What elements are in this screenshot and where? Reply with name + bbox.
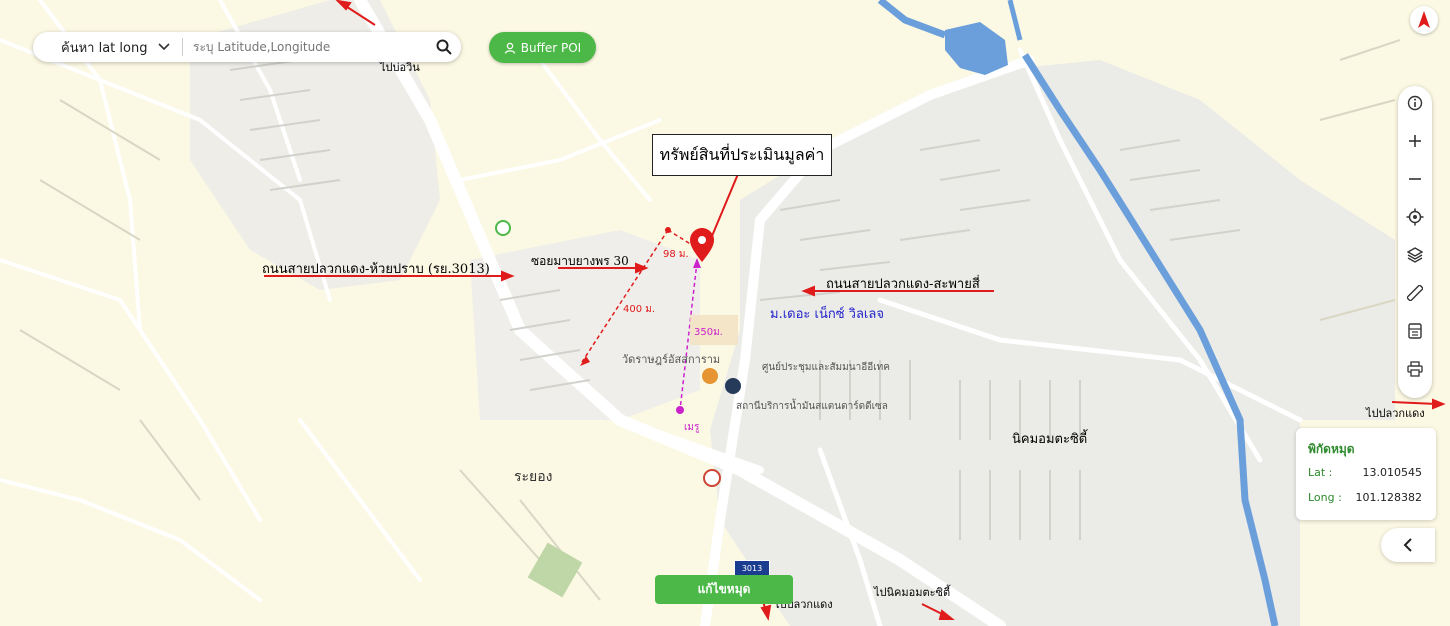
label-center: ศูนย์ประชุมและสัมมนาอีอีเทค bbox=[762, 362, 890, 373]
locate-button[interactable] bbox=[1398, 200, 1432, 234]
zoom-out-icon bbox=[1409, 178, 1421, 180]
layers-icon bbox=[1407, 247, 1423, 263]
chevron-left-icon bbox=[1403, 538, 1412, 552]
zoom-in-icon bbox=[1409, 135, 1421, 147]
lat-label: Lat : bbox=[1308, 466, 1333, 479]
search-mode-label: ค้นหา lat long bbox=[61, 40, 148, 56]
route-shield: 3013 bbox=[734, 560, 770, 576]
long-label: Long : bbox=[1308, 491, 1342, 504]
label-dist-98: 98 ม. bbox=[663, 249, 689, 260]
label-gas: สถานีบริการน้ำมันสแตนดาร์ดดีเซล bbox=[736, 401, 888, 412]
mega-point bbox=[676, 406, 684, 414]
search-input[interactable] bbox=[183, 39, 427, 55]
coordinate-title: พิกัดหมุด bbox=[1308, 442, 1355, 456]
info-icon bbox=[1407, 95, 1423, 111]
calculator-button[interactable] bbox=[1398, 314, 1432, 348]
edit-pin-button[interactable]: แก้ไขหมุด bbox=[655, 575, 793, 604]
fuel-icon bbox=[703, 469, 721, 487]
label-dist-400: 400 ม. bbox=[623, 304, 656, 315]
label-road-3013: ถนนสายปลวกแดง-ห้วยปราบ (รย.3013) bbox=[262, 262, 490, 277]
zoom-out-button[interactable] bbox=[1398, 162, 1432, 196]
label-dist-350: 350ม. bbox=[694, 327, 723, 338]
label-road-saphai: ถนนสายปลวกแดง-สะพายสี่ bbox=[826, 277, 980, 292]
print-icon bbox=[1407, 361, 1423, 377]
search-icon bbox=[436, 39, 452, 55]
search-mode-dropdown[interactable]: ค้นหา lat long bbox=[33, 38, 183, 56]
label-mega: เมรู bbox=[684, 422, 700, 433]
label-temple: วัดราษฎร์อัสสการาม bbox=[622, 353, 721, 366]
label-rayong: ระยอง bbox=[514, 469, 553, 485]
search-button[interactable] bbox=[427, 32, 461, 62]
river-upper bbox=[1007, 0, 1023, 41]
coordinate-panel: พิกัดหมุด Lat : 13.010545 Long : 101.128… bbox=[1296, 428, 1436, 520]
measure-start-point bbox=[665, 227, 671, 233]
lake bbox=[945, 22, 1008, 75]
info-button[interactable] bbox=[1398, 86, 1432, 120]
label-to-estate: ไปนิคมอมตะซิตี้ bbox=[874, 586, 951, 599]
label-village: ม.เดอะ เน็กซ์ วิลเลจ bbox=[770, 307, 884, 322]
map-canvas[interactable] bbox=[0, 0, 1450, 626]
buffer-poi-label: Buffer POI bbox=[520, 40, 582, 55]
lat-value: 13.010545 bbox=[1362, 466, 1423, 479]
label-to-pluak-daeng-right: ไปปลวกแดง bbox=[1366, 407, 1425, 420]
chevron-down-icon bbox=[158, 43, 170, 51]
calculator-icon bbox=[1408, 323, 1422, 339]
asset-callout: ทรัพย์สินที่ประเมินมูลค่า bbox=[652, 134, 832, 176]
compass-icon bbox=[1418, 11, 1430, 28]
location-pin-icon[interactable] bbox=[690, 228, 714, 262]
user-icon bbox=[504, 42, 515, 54]
lock-icon bbox=[725, 378, 741, 394]
buffer-poi-button[interactable]: Buffer POI bbox=[489, 32, 596, 63]
map-toolbar bbox=[1398, 86, 1432, 398]
locate-icon bbox=[1406, 208, 1424, 226]
label-estate: นิคมอมตะซิตี้ bbox=[1012, 432, 1088, 447]
temple-icon bbox=[702, 368, 718, 384]
zoom-in-button[interactable] bbox=[1398, 124, 1432, 158]
long-value: 101.128382 bbox=[1355, 491, 1422, 504]
collapse-panel-button[interactable] bbox=[1381, 528, 1435, 562]
green-park bbox=[527, 542, 583, 598]
compass-button[interactable] bbox=[1410, 6, 1438, 34]
search-bar: ค้นหา lat long bbox=[33, 32, 461, 62]
label-soi-30: ซอยมาบยางพร 30 bbox=[531, 254, 629, 268]
layers-button[interactable] bbox=[1398, 238, 1432, 272]
ruler-button[interactable] bbox=[1398, 276, 1432, 310]
park-icon bbox=[495, 220, 511, 236]
print-button[interactable] bbox=[1398, 352, 1432, 386]
ruler-icon bbox=[1407, 285, 1423, 301]
